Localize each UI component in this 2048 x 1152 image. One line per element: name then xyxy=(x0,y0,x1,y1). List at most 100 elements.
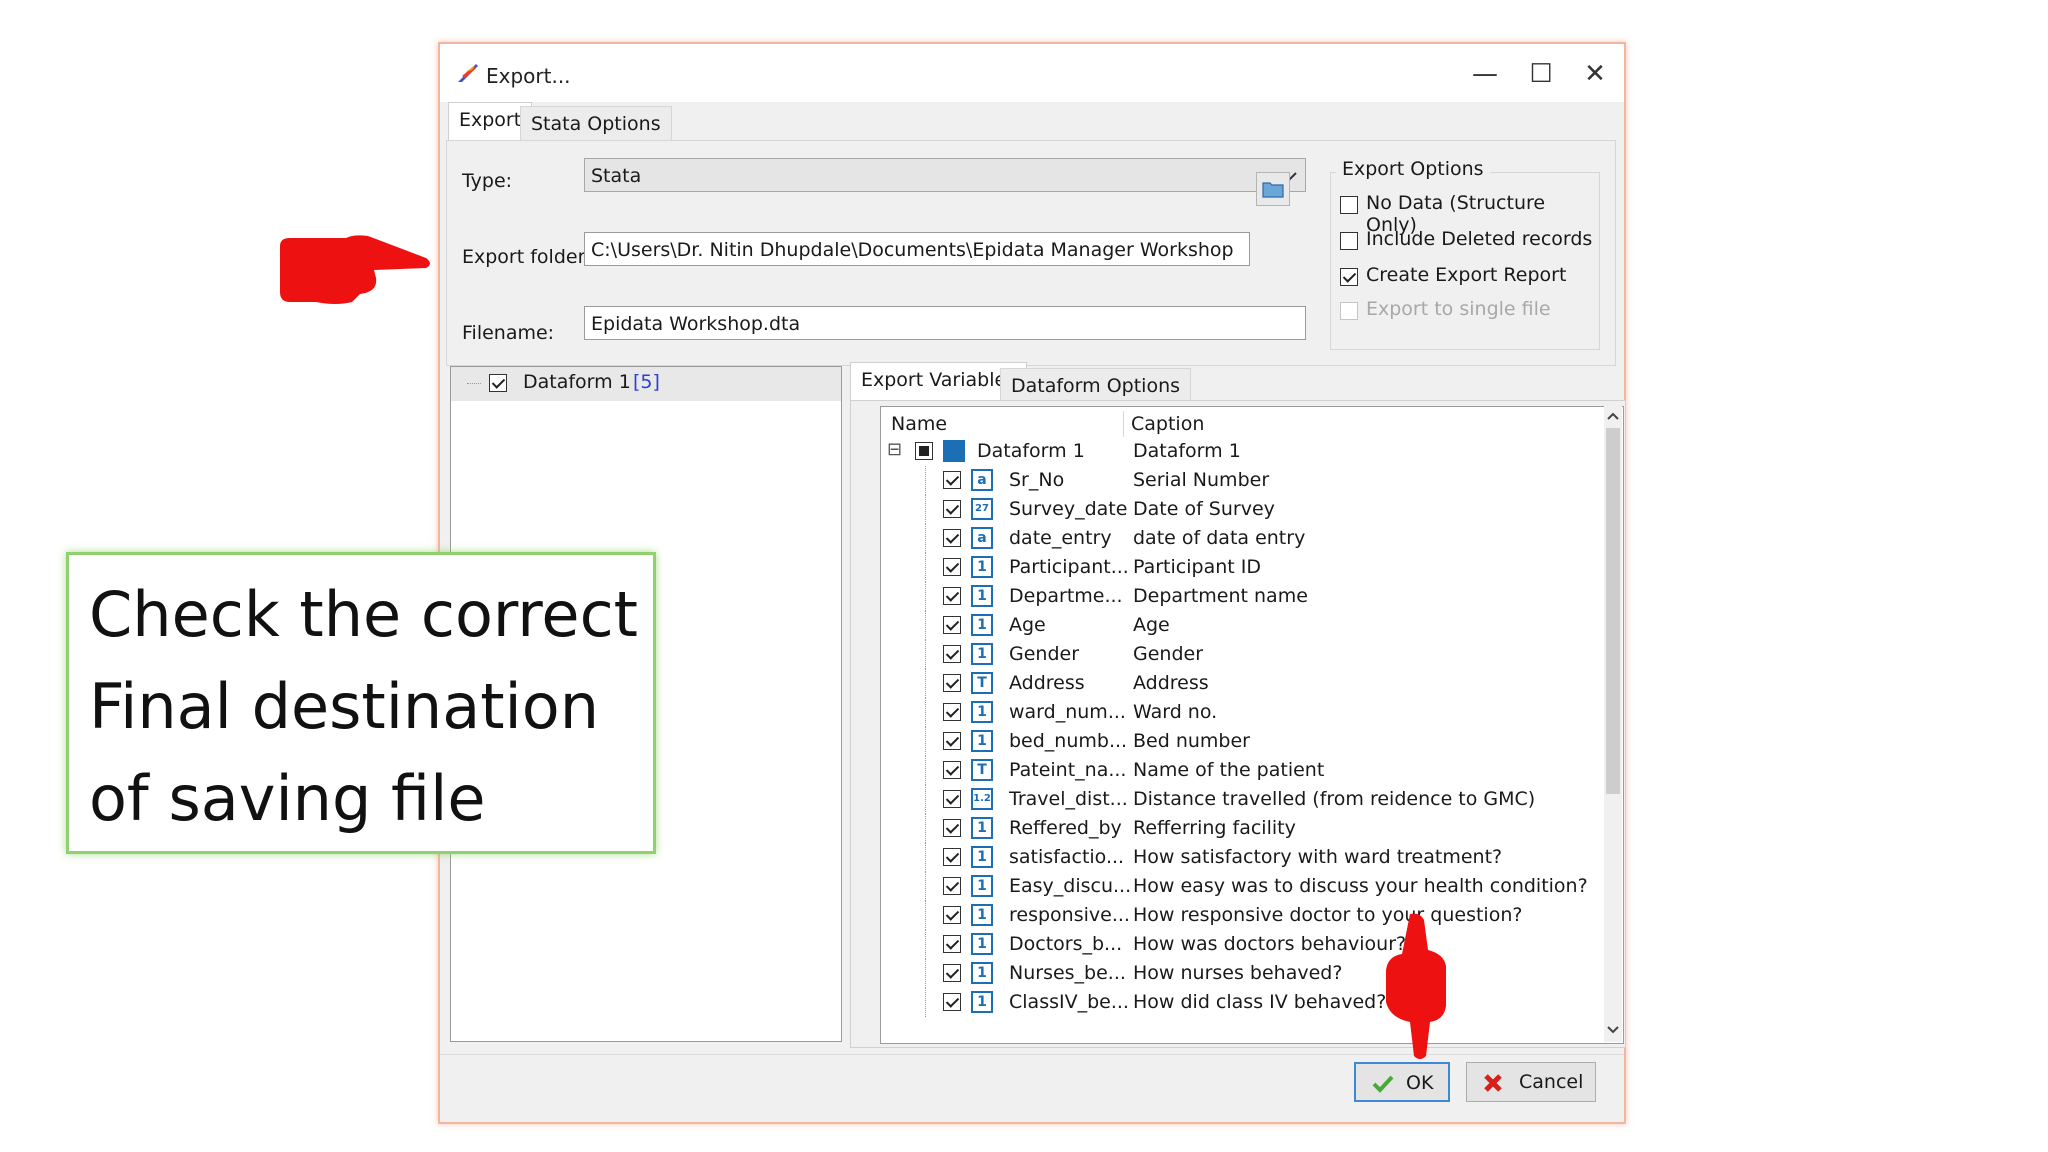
integer-icon: 1 xyxy=(971,643,993,665)
title-bar: Export... — ☐ ✕ xyxy=(440,44,1624,102)
text-icon: T xyxy=(971,672,993,694)
ok-label: OK xyxy=(1406,1072,1434,1094)
variable-name: Sr_No xyxy=(1009,469,1065,491)
variable-checkbox[interactable] xyxy=(943,877,961,895)
variable-name: bed_numb... xyxy=(1009,730,1128,752)
no-data-option[interactable]: No Data (Structure Only) xyxy=(1340,192,1600,236)
tree-connector xyxy=(925,495,927,524)
root-caption: Dataform 1 xyxy=(1133,440,1241,462)
dataform-checkbox[interactable] xyxy=(489,374,507,392)
variable-caption: Date of Survey xyxy=(1133,498,1275,520)
variable-checkbox[interactable] xyxy=(943,848,961,866)
export-folder-label: Export folder: xyxy=(462,246,592,268)
export-folder-input[interactable]: C:\Users\Dr. Nitin Dhupdale\Documents\Ep… xyxy=(584,232,1250,266)
variable-name: date_entry xyxy=(1009,527,1112,549)
variable-caption: Serial Number xyxy=(1133,469,1270,491)
variable-row[interactable]: 1 Gender Gender xyxy=(881,640,1601,669)
tree-connector xyxy=(925,988,927,1017)
export-options-title: Export Options xyxy=(1336,158,1490,180)
variable-name: Survey_date xyxy=(1009,498,1128,520)
variable-name: Doctors_b... xyxy=(1009,933,1123,955)
variable-row[interactable]: a date_entry date of data entry xyxy=(881,524,1601,553)
root-row[interactable]: ⊟ Dataform 1 Dataform 1 xyxy=(881,437,1601,466)
variable-checkbox[interactable] xyxy=(943,993,961,1011)
variable-checkbox[interactable] xyxy=(943,645,961,663)
tree-connector xyxy=(925,582,927,611)
create-report-checkbox[interactable] xyxy=(1340,268,1358,286)
single-file-label: Export to single file xyxy=(1366,298,1551,320)
variable-caption: Address xyxy=(1133,672,1209,694)
scrollbar-thumb[interactable] xyxy=(1606,428,1620,794)
variable-row[interactable]: 1 Easy_discu... How easy was to discuss yo… xyxy=(881,872,1601,901)
variable-caption: Refferring facility xyxy=(1133,817,1296,839)
integer-icon: 1 xyxy=(971,556,993,578)
variable-checkbox[interactable] xyxy=(943,587,961,605)
collapse-icon[interactable]: ⊟ xyxy=(887,439,902,460)
ok-button[interactable]: OK xyxy=(1354,1062,1450,1102)
variable-checkbox[interactable] xyxy=(943,500,961,518)
tree-connector xyxy=(925,466,927,495)
variable-checkbox[interactable] xyxy=(943,732,961,750)
no-data-checkbox[interactable] xyxy=(1340,196,1358,214)
variable-row[interactable]: 27 Survey_date Date of Survey xyxy=(881,495,1601,524)
variable-row[interactable]: 1 Nurses_be... How nurses behaved? xyxy=(881,959,1601,988)
include-deleted-label: Include Deleted records xyxy=(1366,228,1593,250)
variable-checkbox[interactable] xyxy=(943,935,961,953)
variable-checkbox[interactable] xyxy=(943,761,961,779)
create-report-option[interactable]: Create Export Report xyxy=(1340,264,1600,292)
calendar-icon: 27 xyxy=(971,498,993,520)
variable-row[interactable]: 1 ward_num... Ward no. xyxy=(881,698,1601,727)
variable-checkbox[interactable] xyxy=(943,471,961,489)
cancel-button[interactable]: Cancel xyxy=(1466,1062,1596,1102)
variable-row[interactable]: 1 ClassIV_be... How did class IV behaved? xyxy=(881,988,1601,1017)
type-label: Type: xyxy=(462,170,513,192)
variable-row[interactable]: 1 Age Age xyxy=(881,611,1601,640)
variable-row[interactable]: 1 Doctors_b... How was doctors behaviour? xyxy=(881,930,1601,959)
tree-connector xyxy=(925,553,927,582)
variable-row[interactable]: 1.2 Travel_dist... Distance travelled (fro… xyxy=(881,785,1601,814)
variable-row[interactable]: 1 Participant... Participant ID xyxy=(881,553,1601,582)
root-checkbox[interactable] xyxy=(915,442,933,460)
variable-checkbox[interactable] xyxy=(943,558,961,576)
variable-checkbox[interactable] xyxy=(943,964,961,982)
variable-row[interactable]: 1 responsive... How responsive doctor to y… xyxy=(881,901,1601,930)
variable-caption: Name of the patient xyxy=(1133,759,1325,781)
dataform-tree-item[interactable]: Dataform 1 [5] xyxy=(451,367,841,401)
annotation-callout: Check the correct Final destination of s… xyxy=(66,552,656,854)
variable-name: Gender xyxy=(1009,643,1080,665)
variable-checkbox[interactable] xyxy=(943,529,961,547)
filename-input[interactable]: Epidata Workshop.dta xyxy=(584,306,1306,340)
scroll-up-icon[interactable] xyxy=(1607,412,1619,420)
variable-caption: Age xyxy=(1133,614,1170,636)
variable-row[interactable]: T Address Address xyxy=(881,669,1601,698)
variable-checkbox[interactable] xyxy=(943,674,961,692)
include-deleted-checkbox[interactable] xyxy=(1340,232,1358,250)
variable-caption: Distance travelled (from reidence to GMC… xyxy=(1133,788,1536,810)
scroll-down-icon[interactable] xyxy=(1607,1026,1619,1034)
variable-caption: Bed number xyxy=(1133,730,1250,752)
close-button[interactable]: ✕ xyxy=(1560,54,1630,94)
integer-icon: 1 xyxy=(971,585,993,607)
variable-checkbox[interactable] xyxy=(943,703,961,721)
variable-caption: How satisfactory with ward treatment? xyxy=(1133,846,1503,868)
variable-row[interactable]: a Sr_No Serial Number xyxy=(881,466,1601,495)
variable-row[interactable]: T Pateint_na... Name of the patient xyxy=(881,756,1601,785)
variable-checkbox[interactable] xyxy=(943,819,961,837)
variable-row[interactable]: 1 satisfactio... How satisfactory with war… xyxy=(881,843,1601,872)
variable-row[interactable]: 1 Departme... Department name xyxy=(881,582,1601,611)
tab-stata-options[interactable]: Stata Options xyxy=(520,106,672,141)
variable-row[interactable]: 1 bed_numb... Bed number xyxy=(881,727,1601,756)
include-deleted-option[interactable]: Include Deleted records xyxy=(1340,228,1600,256)
column-header-caption[interactable]: Caption xyxy=(1131,413,1204,435)
column-header-name[interactable]: Name xyxy=(891,413,947,435)
tab-dataform-options[interactable]: Dataform Options xyxy=(1000,368,1192,403)
browse-folder-button[interactable] xyxy=(1256,172,1290,206)
integer-icon: 1 xyxy=(971,962,993,984)
type-dropdown[interactable]: Stata xyxy=(584,158,1306,192)
tree-connector xyxy=(925,785,927,814)
variable-checkbox[interactable] xyxy=(943,790,961,808)
variable-checkbox[interactable] xyxy=(943,906,961,924)
variable-row[interactable]: 1 Reffered_by Refferring facility xyxy=(881,814,1601,843)
integer-icon: 1 xyxy=(971,614,993,636)
variable-checkbox[interactable] xyxy=(943,616,961,634)
